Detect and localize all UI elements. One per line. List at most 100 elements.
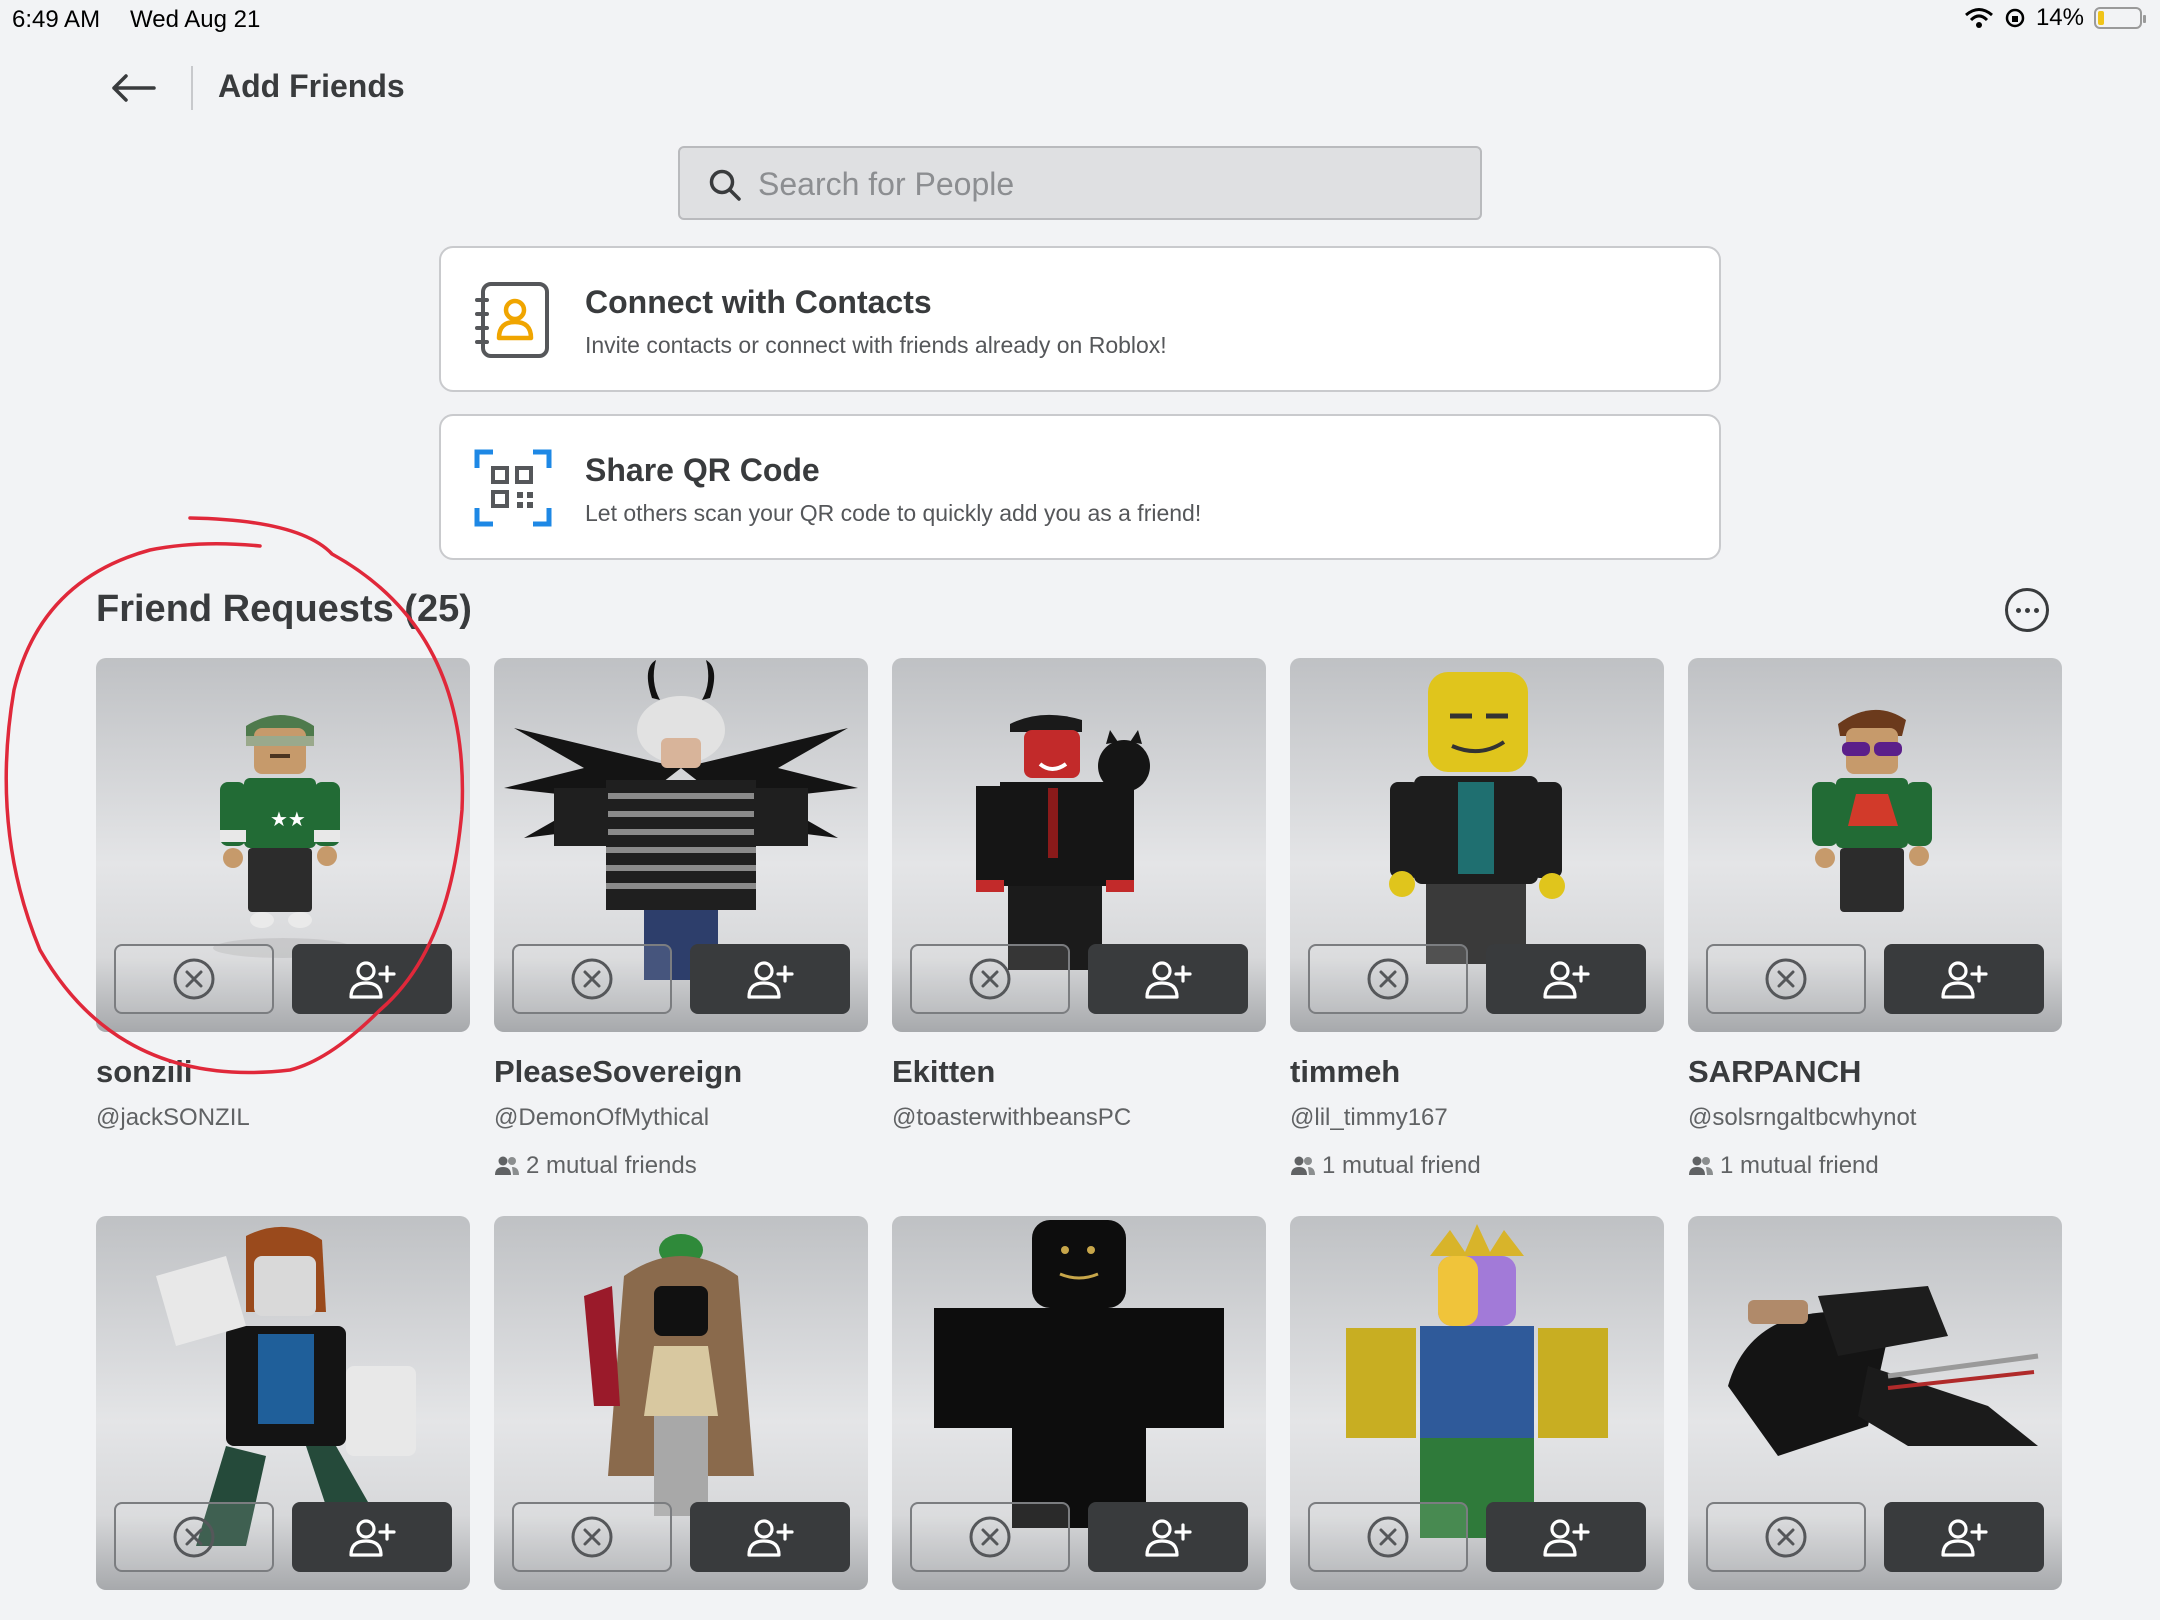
close-circle-icon — [969, 958, 1011, 1000]
more-dot-icon — [2015, 607, 2021, 613]
display-name[interactable]: sonzili — [96, 1054, 192, 1090]
close-circle-icon — [1765, 1516, 1807, 1558]
mutual-friends: 1 mutual friend — [1290, 1152, 1481, 1180]
connect-contacts-subtitle: Invite contacts or connect with friends … — [585, 332, 1167, 358]
wifi-icon — [1964, 8, 1993, 28]
friend-request-card: ★★ sonzili @jackSONZIL — [96, 658, 470, 1131]
friend-request-card: timmeh @lil_timmy167 1 mutual friend — [1290, 658, 1664, 1179]
accept-button[interactable] — [1884, 1502, 2044, 1572]
friends-icon — [1291, 1156, 1315, 1175]
orientation-lock-icon — [2005, 8, 2025, 28]
accept-button[interactable] — [1486, 1502, 1646, 1572]
friend-request-card: Ekitten @toasterwithbeansPC — [892, 658, 1266, 1131]
display-name[interactable]: timmeh — [1290, 1054, 1400, 1090]
svg-text:★★: ★★ — [270, 807, 306, 831]
page-title: Add Friends — [218, 68, 405, 104]
close-circle-icon — [571, 958, 613, 1000]
avatar-thumbnail[interactable] — [892, 1216, 1266, 1590]
friend-request-card: PleaseSovereign @DemonOfMythical 2 mutua… — [494, 658, 868, 1179]
friend-request-card — [96, 1216, 470, 1590]
add-friend-icon — [747, 1519, 794, 1557]
avatar-thumbnail[interactable] — [494, 1216, 868, 1590]
close-circle-icon — [173, 958, 215, 1000]
mutual-friends-text: 2 mutual friends — [526, 1152, 697, 1179]
search-input[interactable] — [756, 148, 1460, 220]
more-dot-icon — [2024, 607, 2030, 613]
avatar-thumbnail[interactable] — [1688, 1216, 2062, 1590]
avatar-thumbnail[interactable] — [1290, 658, 1664, 1032]
share-qr-title: Share QR Code — [585, 452, 820, 488]
status-time: 6:49 AM — [12, 6, 101, 33]
back-button[interactable] — [108, 66, 158, 110]
connect-contacts-card[interactable]: Connect with Contacts Invite contacts or… — [439, 246, 1721, 392]
friends-icon — [1689, 1156, 1713, 1175]
decline-button[interactable] — [512, 1502, 672, 1572]
share-qr-card[interactable]: Share QR Code Let others scan your QR co… — [439, 414, 1721, 560]
close-circle-icon — [1367, 958, 1409, 1000]
add-friend-icon — [1941, 1519, 1988, 1557]
close-circle-icon — [571, 1516, 613, 1558]
avatar-thumbnail[interactable] — [494, 658, 868, 1032]
avatar-thumbnail[interactable] — [1688, 658, 2062, 1032]
username: @lil_timmy167 — [1290, 1104, 1448, 1131]
add-friend-icon — [1543, 1519, 1590, 1557]
arrow-left-icon — [112, 74, 156, 102]
avatar-thumbnail[interactable] — [1290, 1216, 1664, 1590]
avatar-thumbnail[interactable] — [96, 1216, 470, 1590]
decline-button[interactable] — [1706, 944, 1866, 1014]
decline-button[interactable] — [1706, 1502, 1866, 1572]
header-divider — [191, 66, 193, 110]
status-indicators: 14% — [1964, 4, 2146, 32]
avatar-thumbnail[interactable]: ★★ — [96, 658, 470, 1032]
add-friend-icon — [1145, 961, 1192, 999]
more-dot-icon — [2033, 607, 2039, 613]
decline-button[interactable] — [910, 1502, 1070, 1572]
contacts-book-icon — [475, 282, 549, 358]
decline-button[interactable] — [1308, 1502, 1468, 1572]
add-friend-icon — [1543, 961, 1590, 999]
accept-button[interactable] — [292, 944, 452, 1014]
decline-button[interactable] — [1308, 944, 1468, 1014]
friend-request-card — [892, 1216, 1266, 1590]
accept-button[interactable] — [690, 1502, 850, 1572]
username: @jackSONZIL — [96, 1104, 250, 1131]
close-circle-icon — [969, 1516, 1011, 1558]
friend-request-card — [1688, 1216, 2062, 1590]
add-friend-icon — [349, 1519, 396, 1557]
add-friend-icon — [1145, 1519, 1192, 1557]
display-name[interactable]: PleaseSovereign — [494, 1054, 742, 1090]
search-icon — [709, 169, 741, 201]
battery-percent: 14% — [2035, 4, 2084, 31]
add-friend-icon — [747, 961, 794, 999]
add-friend-icon — [1941, 961, 1988, 999]
accept-button[interactable] — [690, 944, 850, 1014]
mutual-friends-text: 1 mutual friend — [1322, 1152, 1481, 1179]
status-bar: 6:49 AM Wed Aug 21 14% — [0, 0, 2160, 40]
accept-button[interactable] — [1088, 1502, 1248, 1572]
display-name[interactable]: SARPANCH — [1688, 1054, 1861, 1090]
accept-button[interactable] — [1884, 944, 2044, 1014]
search-bar[interactable] — [678, 146, 1482, 220]
display-name[interactable]: Ekitten — [892, 1054, 995, 1090]
friend-request-card — [1290, 1216, 1664, 1590]
connect-contacts-title: Connect with Contacts — [585, 284, 932, 320]
username: @solsrngaltbcwhynot — [1688, 1104, 1917, 1131]
more-options-button[interactable] — [2005, 588, 2049, 632]
mutual-friends: 2 mutual friends — [494, 1152, 697, 1180]
decline-button[interactable] — [910, 944, 1070, 1014]
accept-button[interactable] — [1486, 944, 1646, 1014]
status-date: Wed Aug 21 — [130, 6, 261, 33]
accept-button[interactable] — [292, 1502, 452, 1572]
decline-button[interactable] — [114, 1502, 274, 1572]
add-friend-icon — [349, 961, 396, 999]
mutual-friends: 1 mutual friend — [1688, 1152, 1879, 1180]
avatar-thumbnail[interactable] — [892, 658, 1266, 1032]
username: @toasterwithbeansPC — [892, 1104, 1132, 1131]
qr-code-icon — [474, 449, 552, 527]
decline-button[interactable] — [114, 944, 274, 1014]
accept-button[interactable] — [1088, 944, 1248, 1014]
close-circle-icon — [1367, 1516, 1409, 1558]
decline-button[interactable] — [512, 944, 672, 1014]
close-circle-icon — [1765, 958, 1807, 1000]
username: @DemonOfMythical — [494, 1104, 710, 1131]
